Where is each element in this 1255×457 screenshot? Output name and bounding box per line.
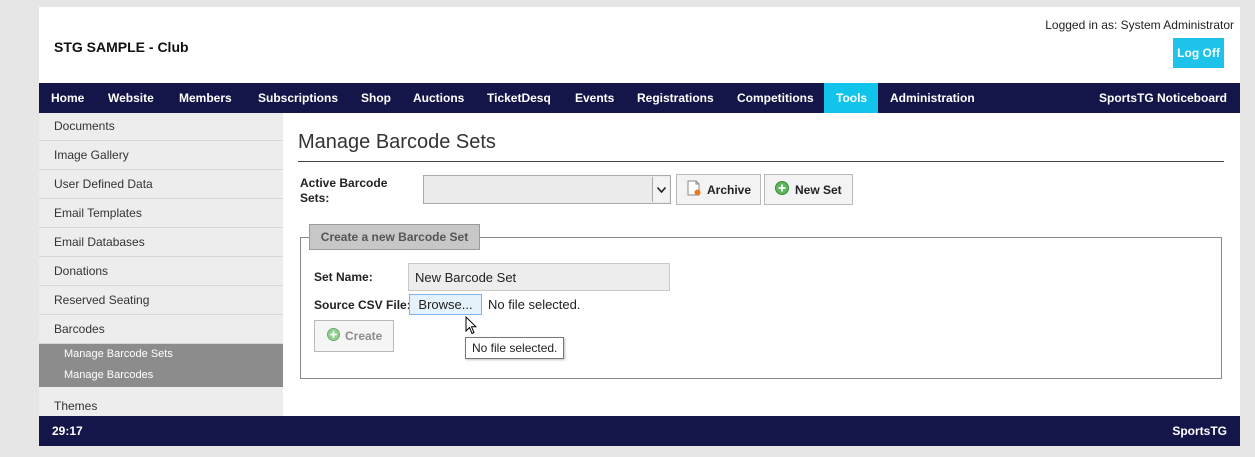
- nav-item-competitions[interactable]: Competitions: [725, 83, 826, 113]
- plus-circle-icon: [327, 328, 340, 344]
- logged-in-text: Logged in as: System Administrator: [1045, 18, 1234, 32]
- nav-item-shop[interactable]: Shop: [349, 83, 403, 113]
- plus-circle-icon: [775, 181, 789, 198]
- page: STG SAMPLE - Club Logged in as: System A…: [39, 7, 1240, 446]
- sidebar-item-reserved-seating[interactable]: Reserved Seating: [39, 287, 283, 315]
- nav-item-home[interactable]: Home: [39, 83, 96, 113]
- mouse-cursor-icon: [465, 315, 478, 338]
- club-name: STG SAMPLE - Club: [54, 39, 189, 55]
- set-name-input[interactable]: [408, 263, 670, 291]
- active-sets-select[interactable]: [423, 175, 671, 204]
- page-title: Manage Barcode Sets: [298, 131, 496, 153]
- file-tooltip: No file selected.: [465, 337, 565, 359]
- header: STG SAMPLE - Club Logged in as: System A…: [39, 7, 1240, 83]
- main-nav: Home Website Members Subscriptions Shop …: [39, 83, 1240, 113]
- document-archive-icon: [687, 180, 701, 199]
- nav-item-registrations[interactable]: Registrations: [625, 83, 726, 113]
- sidebar-subitem-manage-barcodes[interactable]: Manage Barcodes: [64, 369, 153, 381]
- create-barcode-set-legend[interactable]: Create a new Barcode Set: [309, 224, 480, 250]
- sidebar-item-barcodes[interactable]: Barcodes: [39, 316, 283, 344]
- sidebar: Documents Image Gallery User Defined Dat…: [39, 113, 283, 416]
- title-divider: [298, 161, 1224, 162]
- nav-noticeboard-link[interactable]: SportsTG Noticeboard: [1099, 83, 1227, 113]
- nav-item-tools[interactable]: Tools: [824, 83, 878, 113]
- nav-item-administration[interactable]: Administration: [878, 83, 987, 113]
- new-set-button[interactable]: New Set: [764, 174, 853, 205]
- session-timer: 29:17: [52, 424, 83, 438]
- footer-brand: SportsTG: [1172, 424, 1227, 438]
- no-file-text: No file selected.: [488, 297, 581, 312]
- create-button-label: Create: [345, 329, 383, 343]
- source-csv-label: Source CSV File:: [314, 298, 411, 312]
- sidebar-item-email-databases[interactable]: Email Databases: [39, 229, 283, 257]
- nav-item-website[interactable]: Website: [96, 83, 166, 113]
- nav-item-members[interactable]: Members: [167, 83, 244, 113]
- sidebar-submenu-barcodes: Manage Barcode Sets Manage Barcodes: [39, 344, 283, 387]
- browse-button[interactable]: Browse...: [409, 294, 482, 315]
- new-set-button-label: New Set: [795, 182, 842, 197]
- sidebar-item-user-defined-data[interactable]: User Defined Data: [39, 171, 283, 199]
- active-sets-label: Active Barcode Sets:: [300, 176, 388, 205]
- create-button[interactable]: Create: [314, 320, 394, 352]
- sidebar-item-donations[interactable]: Donations: [39, 258, 283, 286]
- archive-button-label: Archive: [707, 182, 752, 197]
- set-name-label: Set Name:: [314, 270, 373, 284]
- sidebar-item-image-gallery[interactable]: Image Gallery: [39, 142, 283, 170]
- chevron-down-icon[interactable]: [652, 177, 669, 202]
- sidebar-subitem-manage-barcode-sets[interactable]: Manage Barcode Sets: [64, 348, 173, 360]
- sidebar-item-email-templates[interactable]: Email Templates: [39, 200, 283, 228]
- nav-item-ticketdesq[interactable]: TicketDesq: [475, 83, 563, 113]
- nav-item-events[interactable]: Events: [563, 83, 626, 113]
- archive-button[interactable]: Archive: [676, 174, 761, 205]
- footer: 29:17 SportsTG: [39, 416, 1240, 446]
- nav-item-subscriptions[interactable]: Subscriptions: [246, 83, 350, 113]
- nav-item-auctions[interactable]: Auctions: [401, 83, 476, 113]
- sidebar-item-documents[interactable]: Documents: [39, 113, 283, 141]
- log-off-button[interactable]: Log Off: [1173, 38, 1224, 68]
